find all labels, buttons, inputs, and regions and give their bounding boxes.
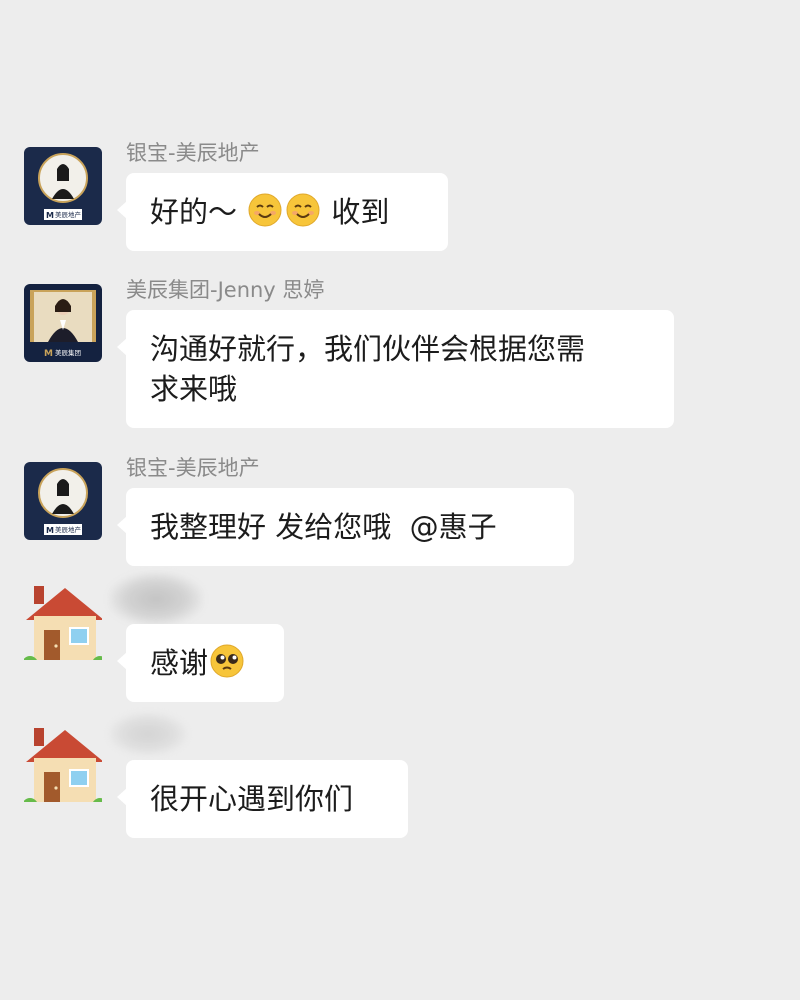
- sender-name: 银宝-美辰地产: [126, 141, 260, 165]
- redacted-sender-name: [108, 712, 188, 756]
- pleading-face-icon: [210, 644, 244, 678]
- message-bubble[interactable]: 很开心遇到你们: [117, 760, 408, 838]
- avatar-jenny[interactable]: M 美辰集团: [24, 284, 102, 362]
- svg-text:M: M: [44, 349, 53, 359]
- message-text: 收到: [322, 195, 390, 229]
- message-text: 感谢: [150, 646, 209, 680]
- message-bubble[interactable]: 感谢: [117, 624, 284, 702]
- message-text: 很开心遇到你们: [150, 782, 354, 816]
- svg-text:M: M: [46, 526, 54, 535]
- svg-text:美辰地产: 美辰地产: [55, 210, 82, 219]
- smiling-face-icon: [286, 193, 320, 227]
- svg-text:美辰集团: 美辰集团: [55, 348, 81, 357]
- avatar-house[interactable]: [24, 724, 102, 802]
- chat-message-list: M 美辰地产 银宝-美辰地产 好的～ 收到 M 美辰集团 美辰集团-Jenny …: [0, 0, 800, 1000]
- redacted-sender-name: [108, 572, 204, 626]
- message-bubble[interactable]: 我整理好 发给您哦 @惠子: [117, 488, 574, 566]
- smiling-face-icon: [248, 193, 282, 227]
- avatar-house[interactable]: [24, 582, 102, 660]
- sender-name: 美辰集团-Jenny 思婷: [126, 278, 325, 302]
- sender-name: 银宝-美辰地产: [126, 456, 260, 480]
- agent-avatar-icon: M 美辰地产: [24, 462, 102, 540]
- message-bubble[interactable]: 好的～ 收到: [117, 173, 448, 251]
- message-bubble[interactable]: 沟通好就行，我们伙伴会根据您需 求来哦: [117, 310, 674, 428]
- message-text: 我整理好 发给您哦 @惠子: [150, 510, 497, 544]
- house-icon: [24, 728, 102, 802]
- svg-text:美辰地产: 美辰地产: [55, 525, 82, 534]
- avatar-yinbao[interactable]: M 美辰地产: [24, 462, 102, 540]
- agent-avatar-icon: M 美辰地产: [24, 147, 102, 225]
- agent-avatar-icon: M 美辰集团: [24, 284, 102, 362]
- message-text: 好的～: [150, 195, 247, 229]
- message-text-line: 求来哦: [150, 372, 238, 406]
- avatar-yinbao[interactable]: M 美辰地产: [24, 147, 102, 225]
- message-text-line: 沟通好就行，我们伙伴会根据您需: [150, 332, 586, 366]
- svg-text:M: M: [46, 211, 54, 220]
- house-icon: [24, 586, 102, 660]
